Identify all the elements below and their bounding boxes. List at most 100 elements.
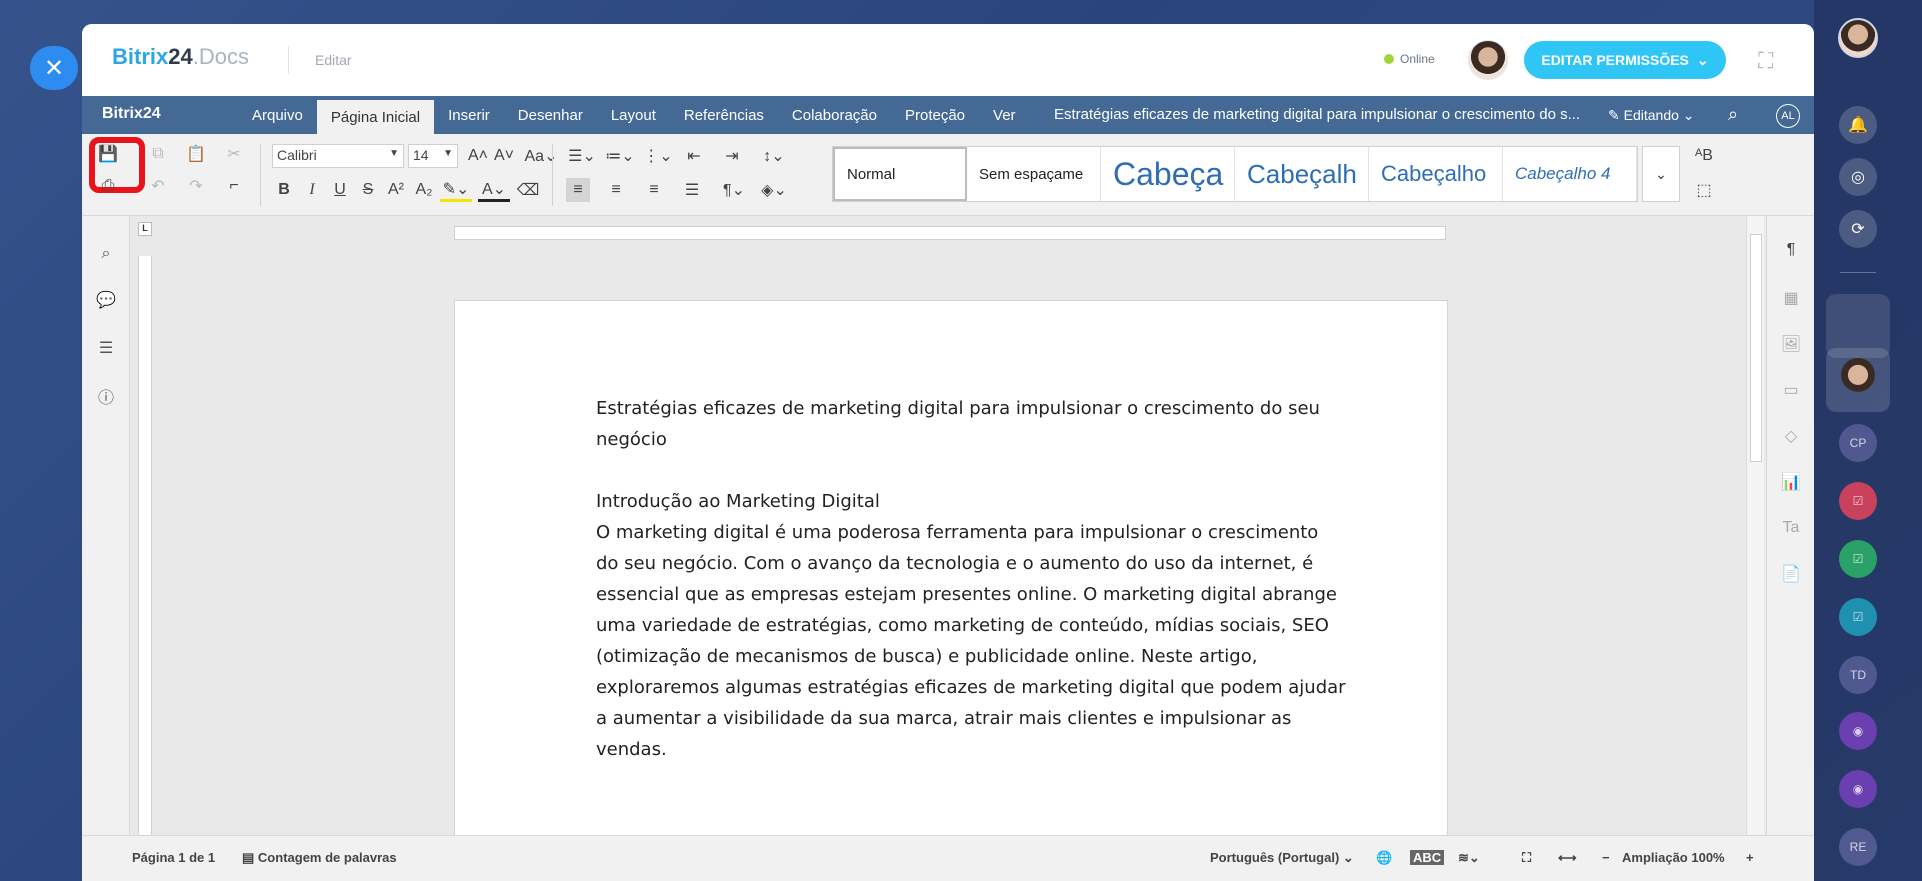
search-icon[interactable]: ⌕ — [94, 242, 118, 266]
align-center-icon[interactable]: ≡ — [604, 178, 628, 202]
font-size-select[interactable]: 14 ▼ — [408, 144, 458, 168]
tab-pagina-inicial[interactable]: Página Inicial — [316, 100, 435, 134]
vertical-scrollbar[interactable] — [1746, 216, 1764, 835]
tab-inserir[interactable]: Inserir — [434, 96, 504, 134]
editing-mode-dropdown[interactable]: ✎ Editando ⌄ — [1608, 107, 1695, 124]
increase-indent-icon[interactable]: ⇥ — [720, 144, 744, 168]
spellcheck-icon[interactable]: ABC — [1410, 850, 1445, 865]
format-painter-icon[interactable]: ⌐ — [222, 174, 246, 198]
scroll-thumb[interactable] — [1750, 234, 1762, 462]
style-normal[interactable]: Normal — [833, 147, 967, 201]
shading-icon[interactable]: ◈⌄ — [758, 178, 790, 202]
table-settings-icon[interactable]: ▦ — [1779, 286, 1803, 310]
globe-icon[interactable]: 🌐 — [1376, 850, 1392, 866]
sync-icon[interactable]: ⟳ — [1839, 210, 1877, 248]
subscript-icon[interactable]: A₂ — [412, 178, 436, 202]
bullet-list-icon[interactable]: ☰⌄ — [566, 144, 598, 168]
increase-font-icon[interactable]: A˄ — [466, 144, 490, 168]
rail-user-avatar[interactable] — [1838, 18, 1878, 58]
style-heading-2[interactable]: Cabeçalh — [1235, 147, 1369, 201]
numbered-list-icon[interactable]: ≔⌄ — [604, 144, 636, 168]
undo-icon[interactable]: ↶ — [146, 174, 170, 198]
paste-icon[interactable]: 📋 — [184, 142, 208, 166]
document-body[interactable]: Estratégias eficazes de marketing digita… — [596, 393, 1386, 765]
horizontal-ruler[interactable] — [454, 226, 1446, 240]
comments-icon[interactable]: 💬 — [94, 288, 118, 312]
tab-ver[interactable]: Ver — [979, 96, 1030, 134]
form-settings-icon[interactable]: 📄 — [1779, 562, 1803, 586]
cut-icon[interactable]: ✂ — [222, 142, 246, 166]
superscript-icon[interactable]: A² — [384, 178, 408, 202]
tab-stop-selector[interactable]: L — [138, 222, 152, 236]
rail-contact-td[interactable]: TD — [1839, 656, 1877, 694]
fit-page-icon[interactable]: ⛶ — [1522, 850, 1531, 866]
header-footer-icon[interactable]: ▭ — [1779, 378, 1803, 402]
align-left-icon[interactable]: ≡ — [566, 178, 590, 202]
strikethrough-icon[interactable]: S — [356, 178, 380, 202]
close-button[interactable]: ✕ — [30, 46, 78, 90]
image-settings-icon[interactable]: 🖼 — [1779, 332, 1803, 356]
select-all-icon[interactable]: ⬚ — [1692, 178, 1716, 202]
line-spacing-icon[interactable]: ↕⌄ — [758, 144, 790, 168]
zoom-in-icon[interactable]: + — [1746, 850, 1754, 865]
style-heading-1[interactable]: Cabeça — [1101, 147, 1235, 201]
style-no-spacing[interactable]: Sem espaçame — [967, 147, 1101, 201]
edit-permissions-button[interactable]: EDITAR PERMISSÕES ⌄ — [1524, 41, 1726, 79]
tab-colaboracao[interactable]: Colaboração — [778, 96, 891, 134]
paragraph-settings-icon[interactable]: ¶ — [1779, 238, 1803, 262]
styles-more-button[interactable]: ⌄ — [1642, 146, 1680, 202]
multilevel-list-icon[interactable]: ⋮⌄ — [642, 144, 674, 168]
justify-icon[interactable]: ☰ — [680, 178, 704, 202]
info-icon[interactable]: ⓘ — [94, 384, 118, 408]
rail-contact-cp[interactable]: CP — [1839, 424, 1877, 462]
copy-icon[interactable]: ⧉ — [146, 142, 170, 166]
save-icon[interactable]: 💾 — [89, 137, 145, 193]
rail-tile-avatar[interactable] — [1826, 348, 1890, 412]
rail-task-icon[interactable]: ☑ — [1839, 598, 1877, 636]
document-page[interactable]: Estratégias eficazes de marketing digita… — [454, 300, 1448, 860]
tab-protecao[interactable]: Proteção — [891, 96, 979, 134]
align-right-icon[interactable]: ≡ — [642, 178, 666, 202]
tab-arquivo[interactable]: Arquivo — [238, 96, 317, 134]
doc-title-line: Estratégias eficazes de marketing digita… — [596, 398, 1320, 419]
paragraph-marks-icon[interactable]: ¶⌄ — [718, 178, 750, 202]
redo-icon[interactable]: ↷ — [184, 174, 208, 198]
decrease-indent-icon[interactable]: ⇤ — [682, 144, 706, 168]
print-icon[interactable]: ⎙ — [96, 174, 120, 198]
rail-chat-icon[interactable]: ◉ — [1839, 770, 1877, 808]
decrease-font-icon[interactable]: A˅ — [492, 144, 516, 168]
rail-task-icon[interactable]: ☑ — [1839, 482, 1877, 520]
word-count-button[interactable]: ▤ Contagem de palavras — [242, 850, 397, 866]
style-heading-3[interactable]: Cabeçalho — [1369, 147, 1503, 201]
tab-layout[interactable]: Layout — [597, 96, 670, 134]
bold-icon[interactable]: B — [272, 178, 296, 202]
tab-desenhar[interactable]: Desenhar — [504, 96, 597, 134]
bell-icon[interactable]: 🔔 — [1839, 106, 1877, 144]
replace-icon[interactable]: ᴬB — [1692, 144, 1716, 168]
underline-icon[interactable]: U — [328, 178, 352, 202]
track-changes-icon[interactable]: ≋⌄ — [1458, 850, 1480, 866]
font-name-select[interactable]: Calibri ▼ — [272, 144, 404, 168]
vertical-ruler[interactable] — [138, 256, 152, 835]
font-color-icon[interactable]: A⌄ — [478, 178, 510, 202]
style-heading-4[interactable]: Cabeçalho 4 — [1503, 147, 1637, 201]
target-icon[interactable]: ◎ — [1839, 158, 1877, 196]
zoom-out-icon[interactable]: − — [1602, 850, 1610, 865]
rail-contact-re[interactable]: RE — [1839, 828, 1877, 866]
language-select[interactable]: Português (Portugal) ⌄ — [1210, 850, 1354, 866]
tab-referencias[interactable]: Referências — [670, 96, 778, 134]
search-icon[interactable]: ⌕ — [1728, 104, 1738, 125]
chart-settings-icon[interactable]: 📊 — [1779, 470, 1803, 494]
rail-task-icon[interactable]: ☑ — [1839, 540, 1877, 578]
user-initials-avatar[interactable]: AL — [1776, 104, 1800, 128]
user-avatar[interactable] — [1468, 40, 1508, 80]
clear-format-icon[interactable]: ⌫ — [516, 178, 540, 202]
expand-icon[interactable]: ⛶ — [1758, 48, 1773, 74]
highlight-color-icon[interactable]: ✎⌄ — [440, 178, 472, 202]
navigation-icon[interactable]: ☰ — [94, 336, 118, 360]
fit-width-icon[interactable]: ⟷ — [1558, 850, 1577, 866]
textart-settings-icon[interactable]: Ta — [1779, 516, 1803, 540]
rail-chat-icon[interactable]: ◉ — [1839, 712, 1877, 750]
shape-settings-icon[interactable]: ◇ — [1779, 424, 1803, 448]
italic-icon[interactable]: I — [300, 178, 324, 202]
